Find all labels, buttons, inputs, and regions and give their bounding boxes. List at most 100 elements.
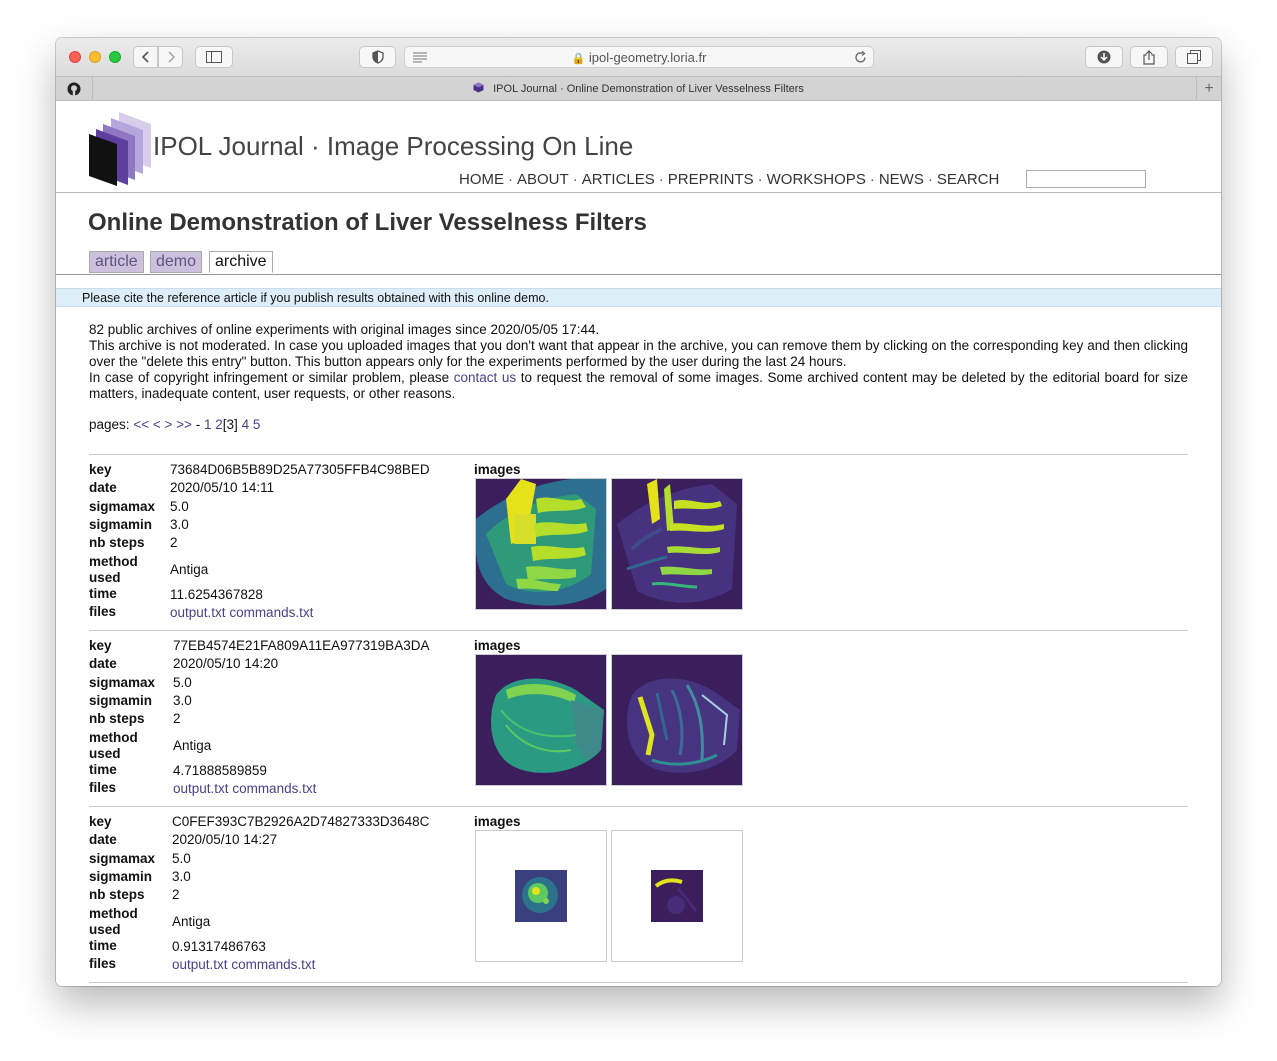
output-image-thumbnail[interactable] <box>611 830 743 962</box>
share-button[interactable] <box>1130 46 1168 68</box>
images-label: images <box>474 638 521 653</box>
current-page: [3] <box>222 417 238 432</box>
contact-us-link[interactable]: contact us <box>454 370 516 385</box>
moderation-text: This archive is not moderated. In case y… <box>89 338 1188 369</box>
active-tab[interactable]: IPOL Journal · Online Demonstration of L… <box>56 82 1221 95</box>
nav-search[interactable]: SEARCH <box>937 171 1000 188</box>
url-text: ipol-geometry.loria.fr <box>588 50 707 65</box>
entry-time: 11.6254367828 <box>170 587 263 602</box>
page-1-link[interactable]: 1 <box>204 417 212 432</box>
page-title: Online Demonstration of Liver Vesselness… <box>88 209 647 236</box>
lock-icon: 🔒 <box>571 53 586 65</box>
tabs-divider <box>56 274 1221 275</box>
commands-file-link[interactable]: commands.txt <box>232 781 316 796</box>
tab-archive[interactable]: archive <box>209 251 273 273</box>
output-file-link[interactable]: output.txt <box>172 957 228 972</box>
reload-icon[interactable] <box>854 51 867 64</box>
entry-method: Antiga <box>172 914 211 929</box>
output-file-link[interactable]: output.txt <box>173 781 229 796</box>
entry-files: output.txt commands.txt <box>172 957 315 972</box>
archive-entry: key date sigmamax sigmamin nb steps meth… <box>89 462 1188 632</box>
downloads-button[interactable] <box>1085 46 1123 68</box>
tab-overview-button[interactable] <box>1175 46 1213 68</box>
entry-sigmamin: 3.0 <box>172 869 191 884</box>
browser-toolbar: 🔒 ipol-geometry.loria.fr <box>56 38 1221 76</box>
entry-sigmamin: 3.0 <box>170 517 189 532</box>
next-page-link[interactable]: > <box>165 417 173 432</box>
close-window-button[interactable] <box>69 51 81 63</box>
archive-entry: key date sigmamax sigmamin nb steps meth… <box>89 814 1188 984</box>
minimize-window-button[interactable] <box>89 51 101 63</box>
input-image-thumbnail[interactable] <box>475 830 607 962</box>
entry-key-link[interactable]: 77EB4574E21FA809A11EA977319BA3DA <box>173 638 429 653</box>
header-divider <box>56 192 1221 193</box>
url-container: 🔒 ipol-geometry.loria.fr <box>405 50 873 65</box>
nav-preprints[interactable]: PREPRINTS <box>668 171 754 188</box>
entry-key-link[interactable]: C0FEF393C7B2926A2D74827333D3648C <box>172 814 429 829</box>
tab-demo[interactable]: demo <box>150 251 203 273</box>
entry-date: 2020/05/10 14:20 <box>173 656 279 671</box>
forward-button[interactable] <box>158 46 183 68</box>
ipol-favicon-icon <box>473 82 484 93</box>
nav-workshops[interactable]: WORKSHOPS <box>767 171 866 188</box>
chevron-right-icon <box>167 51 175 63</box>
cite-notice: Please cite the reference article if you… <box>56 288 1221 307</box>
commands-file-link[interactable]: commands.txt <box>229 605 313 620</box>
output-file-link[interactable]: output.txt <box>170 605 226 620</box>
back-button[interactable] <box>133 46 158 68</box>
entry-nb-steps: 2 <box>173 711 181 726</box>
site-title[interactable]: IPOL Journal · Image Processing On Line <box>153 131 633 162</box>
first-page-link[interactable]: << <box>133 417 149 432</box>
archive-intro: 82 public archives of online experiments… <box>89 322 1188 402</box>
entry-time: 0.91317486763 <box>172 939 266 954</box>
plus-icon: + <box>1204 79 1214 97</box>
privacy-report-button[interactable] <box>359 46 396 68</box>
row-divider <box>89 454 1188 455</box>
images-label: images <box>474 814 521 829</box>
shield-icon <box>371 50 384 64</box>
browser-window: 🔒 ipol-geometry.loria.fr IPOL Journal · … <box>56 38 1221 986</box>
entry-sigmamin: 3.0 <box>173 693 192 708</box>
tab-title: IPOL Journal · Online Demonstration of L… <box>493 83 804 95</box>
new-tab-button[interactable]: + <box>1196 77 1221 100</box>
nav-home[interactable]: HOME <box>459 171 504 188</box>
tab-article[interactable]: article <box>89 251 144 273</box>
output-image-thumbnail[interactable] <box>611 654 743 786</box>
last-page-link[interactable]: >> <box>176 417 192 432</box>
share-icon <box>1143 49 1155 65</box>
prev-page-link[interactable]: < <box>153 417 161 432</box>
tabs-icon <box>1187 50 1201 64</box>
nav-articles[interactable]: ARTICLES <box>582 171 655 188</box>
entry-sigmamax: 5.0 <box>173 675 192 690</box>
commands-file-link[interactable]: commands.txt <box>231 957 315 972</box>
entry-files: output.txt commands.txt <box>170 605 313 620</box>
entry-method: Antiga <box>173 738 212 753</box>
archive-entry: key date sigmamax sigmamin nb steps meth… <box>89 638 1188 808</box>
search-input[interactable] <box>1026 170 1146 188</box>
page-2-link[interactable]: 2 <box>215 417 223 432</box>
row-divider <box>89 982 1188 983</box>
row-divider <box>89 806 1188 807</box>
entry-sigmamax: 5.0 <box>172 851 191 866</box>
pagination: pages: << < > >> - 1 2[3] 4 5 <box>89 417 261 432</box>
address-bar[interactable]: 🔒 ipol-geometry.loria.fr <box>404 46 874 68</box>
nav-about[interactable]: ABOUT <box>517 171 569 188</box>
chevron-left-icon <box>141 51 149 63</box>
tab-bar: IPOL Journal · Online Demonstration of L… <box>56 76 1221 101</box>
page-4-link[interactable]: 4 <box>242 417 250 432</box>
entry-date: 2020/05/10 14:11 <box>170 480 275 495</box>
entry-nb-steps: 2 <box>172 887 180 902</box>
sidebar-icon <box>206 51 222 63</box>
main-nav: HOME · ABOUT · ARTICLES · PREPRINTS · WORKSHOPS ·… <box>459 171 1000 188</box>
input-image-thumbnail[interactable] <box>475 654 607 786</box>
input-image-thumbnail[interactable] <box>475 478 607 610</box>
entry-key-link[interactable]: 73684D06B5B89D25A77305FFB4C98BED <box>170 462 430 477</box>
entry-date: 2020/05/10 14:27 <box>172 832 278 847</box>
zoom-window-button[interactable] <box>109 51 121 63</box>
nav-news[interactable]: NEWS <box>879 171 924 188</box>
page-5-link[interactable]: 5 <box>253 417 261 432</box>
output-image-thumbnail[interactable] <box>611 478 743 610</box>
entry-nb-steps: 2 <box>170 535 178 550</box>
ipol-logo[interactable] <box>89 112 151 186</box>
sidebar-toggle-button[interactable] <box>195 46 233 68</box>
